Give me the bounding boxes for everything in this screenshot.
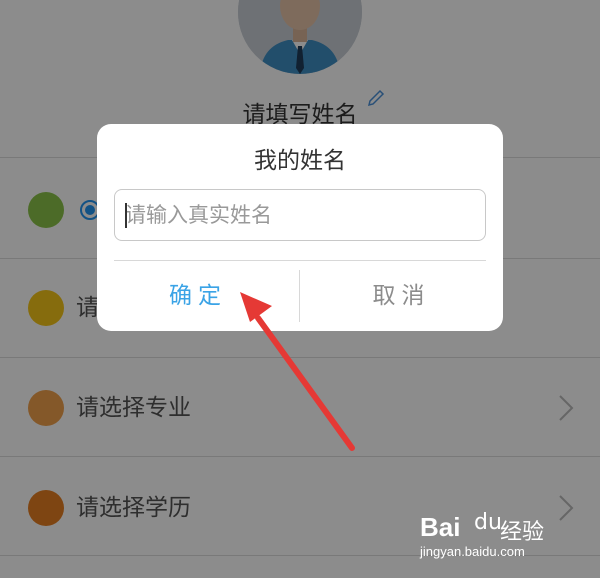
name-input[interactable] [114, 189, 486, 241]
confirm-button[interactable]: 确定 [97, 261, 299, 331]
cancel-button[interactable]: 取消 [300, 261, 503, 331]
baidu-watermark: Bai du 经验 jingyan.baidu.com [420, 510, 570, 568]
watermark-brand: 经验 [500, 520, 545, 545]
dialog-title: 我的姓名 [254, 148, 346, 174]
text-caret [125, 203, 127, 228]
watermark-logo: Bai [420, 512, 461, 542]
watermark-paw: du [474, 510, 502, 535]
watermark-url: jingyan.baidu.com [420, 544, 525, 559]
name-dialog: 我的姓名 确定 取消 [97, 124, 503, 331]
